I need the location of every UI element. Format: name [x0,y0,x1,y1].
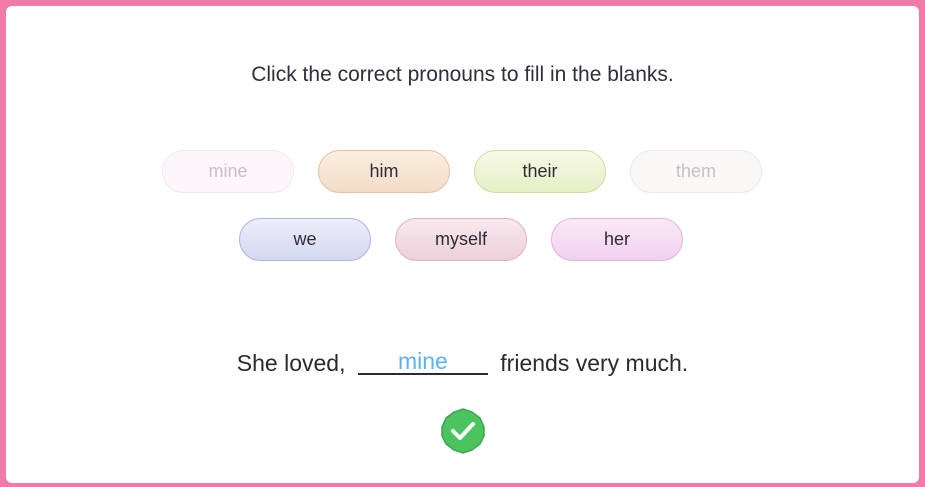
option-them[interactable]: them [630,150,762,193]
option-him[interactable]: him [318,150,450,193]
quiz-card: Click the correct pronouns to fill in th… [6,6,919,483]
sentence-before: She loved, [236,350,346,376]
option-we[interactable]: we [239,218,371,261]
sentence: She loved, mine friends very much. [6,349,919,377]
sentence-after: friends very much. [500,350,689,376]
option-her[interactable]: her [551,218,683,261]
answer-blank[interactable]: mine [357,349,488,375]
option-their[interactable]: their [474,150,606,193]
option-myself[interactable]: myself [395,218,527,261]
check-circle-icon [441,408,485,454]
instruction-text: Click the correct pronouns to fill in th… [251,63,674,86]
option-mine[interactable]: mine [162,150,294,193]
